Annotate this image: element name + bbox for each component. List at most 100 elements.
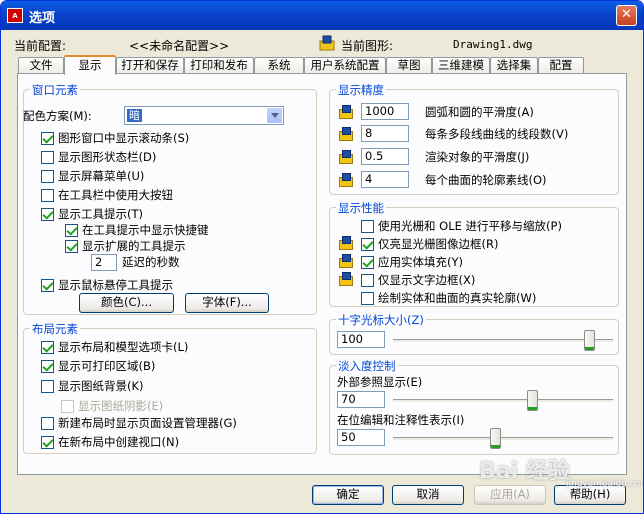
ok-button[interactable]: 确定 xyxy=(312,485,384,505)
xref-fade-input[interactable]: 70 xyxy=(337,391,385,408)
checkbox-large-buttons[interactable]: 在工具栏中使用大按钮 xyxy=(41,187,173,203)
title-bar[interactable]: A 选项 ✕ xyxy=(1,1,643,30)
fonts-button[interactable]: 字体(F)... xyxy=(185,293,269,313)
checkbox-raster-frame[interactable]: 仅亮显光栅图像边框(R) xyxy=(361,236,498,252)
checkbox-solid-fill[interactable]: 应用实体填充(Y) xyxy=(361,254,463,270)
inplace-fade-slider-track[interactable] xyxy=(393,437,613,441)
checkbox-label: 仅显示文字边框(X) xyxy=(378,273,476,287)
checkbox-box[interactable] xyxy=(361,237,374,251)
drawing-setting-icon xyxy=(338,253,354,269)
checkbox-box[interactable] xyxy=(361,273,374,287)
drawing-icon xyxy=(319,35,335,51)
tab-open-save[interactable]: 打开和保存 xyxy=(116,57,184,74)
tab-system[interactable]: 系统 xyxy=(254,57,304,74)
checkbox-box[interactable] xyxy=(65,223,78,237)
inplace-fade-input[interactable]: 50 xyxy=(337,429,385,446)
options-dialog: A 选项 ✕ 当前配置: <<未命名配置>> 当前图形: Drawing1.dw… xyxy=(0,0,644,514)
crosshair-size-title: 十字光标大小(Z) xyxy=(336,312,426,328)
checkbox-label: 在新布局中创建视口(N) xyxy=(58,435,180,449)
colors-button[interactable]: 颜色(C)... xyxy=(79,293,174,313)
checkbox-true-silhouettes[interactable]: 绘制实体和曲面的真实轮廓(W) xyxy=(361,290,536,306)
baidu-watermark-url: jingyan.baidu.com xyxy=(566,479,644,489)
layout-elements-title: 布局元素 xyxy=(30,321,80,337)
drawing-setting-icon xyxy=(338,235,354,251)
checkbox-tooltips[interactable]: 显示工具提示(T) xyxy=(41,206,143,222)
checkbox-text-frame[interactable]: 仅显示文字边框(X) xyxy=(361,272,475,288)
checkbox-box[interactable] xyxy=(41,359,54,373)
drawing-setting-icon xyxy=(338,172,354,188)
checkbox-box[interactable] xyxy=(41,169,54,183)
xref-fade-slider-track[interactable] xyxy=(393,399,613,403)
checkbox-printable-area[interactable]: 显示可打印区域(B) xyxy=(41,358,155,374)
tab-files[interactable]: 文件 xyxy=(18,57,64,74)
autocad-icon: A xyxy=(7,8,23,23)
checkbox-rollover-tooltips[interactable]: 显示鼠标悬停工具提示 xyxy=(41,277,173,293)
close-button[interactable]: ✕ xyxy=(616,5,637,26)
checkbox-layout-model-tabs[interactable]: 显示布局和模型选项卡(L) xyxy=(41,339,188,355)
checkbox-page-setup-manager[interactable]: 新建布局时显示页面设置管理器(G) xyxy=(41,415,237,431)
apply-button[interactable]: 应用(A) xyxy=(474,485,546,505)
xref-fade-slider-thumb[interactable] xyxy=(527,390,539,411)
arc-smoothness-input[interactable]: 1000 xyxy=(361,103,409,120)
checkbox-paper-background[interactable]: 显示图纸背景(K) xyxy=(41,378,144,394)
checkbox-box[interactable] xyxy=(361,219,374,233)
checkbox-label: 绘制实体和曲面的真实轮廓(W) xyxy=(378,291,537,305)
checkbox-box[interactable] xyxy=(41,207,54,221)
tab-user-preferences[interactable]: 用户系统配置 xyxy=(304,57,386,74)
display-performance-title: 显示性能 xyxy=(336,200,386,216)
checkbox-box[interactable] xyxy=(41,131,54,145)
checkbox-label: 显示图形状态栏(D) xyxy=(58,150,157,164)
tab-drafting[interactable]: 草图 xyxy=(386,57,432,74)
render-smoothness-label: 渲染对象的平滑度(J) xyxy=(425,150,530,164)
checkbox-box[interactable] xyxy=(41,435,54,449)
tab-3d-modeling[interactable]: 三维建模 xyxy=(432,57,490,74)
tab-display[interactable]: 显示 xyxy=(64,55,116,75)
checkbox-extended-tooltips[interactable]: 显示扩展的工具提示 xyxy=(65,238,186,254)
checkbox-label: 显示布局和模型选项卡(L) xyxy=(58,340,189,354)
polyline-segments-input[interactable]: 8 xyxy=(361,125,409,142)
checkbox-box[interactable] xyxy=(361,291,374,305)
checkbox-label: 显示扩展的工具提示 xyxy=(82,239,186,253)
checkbox-box[interactable] xyxy=(361,255,374,269)
checkbox-label: 显示可打印区域(B) xyxy=(58,359,156,373)
window-title: 选项 xyxy=(29,11,56,26)
delay-seconds-input[interactable]: 2 xyxy=(91,254,117,271)
contour-lines-input[interactable]: 4 xyxy=(361,171,409,188)
checkbox-label: 在工具提示中显示快捷键 xyxy=(82,223,209,237)
drawing-setting-icon xyxy=(338,126,354,142)
tab-selection[interactable]: 选择集 xyxy=(490,57,538,74)
render-smoothness-input[interactable]: 0.5 xyxy=(361,148,409,165)
checkbox-label: 使用光栅和 OLE 进行平移与缩放(P) xyxy=(378,219,562,233)
checkbox-drawing-status-bar[interactable]: 显示图形状态栏(D) xyxy=(41,149,156,165)
checkbox-scrollbars[interactable]: 图形窗口中显示滚动条(S) xyxy=(41,130,189,146)
drawing-setting-icon xyxy=(338,149,354,165)
checkbox-label: 图形窗口中显示滚动条(S) xyxy=(58,131,190,145)
checkbox-box[interactable] xyxy=(41,278,54,292)
checkbox-create-viewport[interactable]: 在新布局中创建视口(N) xyxy=(41,434,179,450)
crosshair-slider-track[interactable] xyxy=(393,339,613,343)
crosshair-slider-thumb[interactable] xyxy=(584,330,595,351)
inplace-edit-label: 在位编辑和注释性表示(I) xyxy=(337,413,465,427)
chevron-down-icon[interactable] xyxy=(267,108,282,123)
checkbox-label: 显示工具提示(T) xyxy=(58,207,143,221)
checkbox-label: 在工具栏中使用大按钮 xyxy=(58,188,173,202)
tab-plot-publish[interactable]: 打印和发布 xyxy=(184,57,254,74)
checkbox-box[interactable] xyxy=(41,188,54,202)
checkbox-box[interactable] xyxy=(41,150,54,164)
inplace-fade-slider-thumb[interactable] xyxy=(489,428,501,449)
cancel-button[interactable]: 取消 xyxy=(392,485,464,505)
checkbox-label: 显示图纸阴影(E) xyxy=(78,399,164,413)
checkbox-raster-ole-pan[interactable]: 使用光栅和 OLE 进行平移与缩放(P) xyxy=(361,218,562,234)
xref-display-label: 外部参照显示(E) xyxy=(337,375,423,389)
tab-profiles[interactable]: 配置 xyxy=(538,57,584,74)
profile-label: 当前配置: xyxy=(14,39,67,53)
crosshair-size-input[interactable]: 100 xyxy=(337,331,385,348)
checkbox-box[interactable] xyxy=(41,416,54,430)
checkbox-box[interactable] xyxy=(65,239,78,253)
color-scheme-select[interactable]: 暗 xyxy=(124,106,284,125)
checkbox-screen-menu[interactable]: 显示屏幕菜单(U) xyxy=(41,168,144,184)
checkbox-box[interactable] xyxy=(41,340,54,354)
contour-lines-label: 每个曲面的轮廓素线(O) xyxy=(425,173,547,187)
checkbox-box[interactable] xyxy=(41,379,54,393)
checkbox-shortcut-keys[interactable]: 在工具提示中显示快捷键 xyxy=(65,222,209,238)
